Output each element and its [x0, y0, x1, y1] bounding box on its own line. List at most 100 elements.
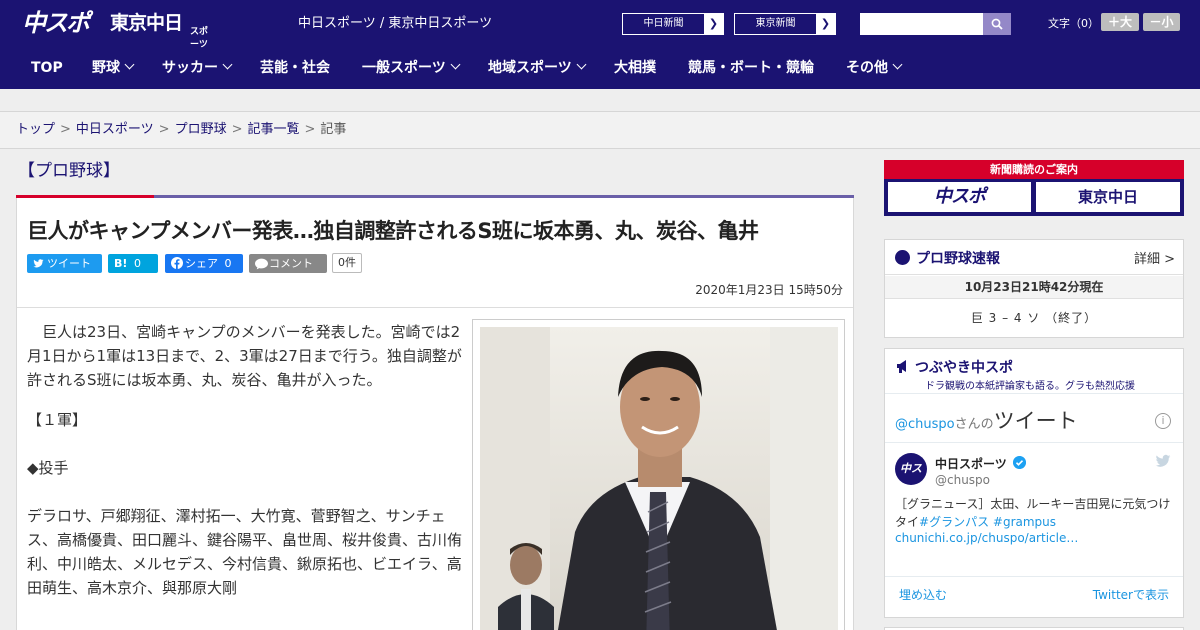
nav-item-label: 芸能・社会 [260, 60, 330, 76]
comment-button[interactable]: コメント [249, 254, 327, 273]
nav-item-keiba[interactable]: 競馬・ボート・競輪 [688, 48, 814, 89]
breadcrumb-separator: > [231, 122, 243, 137]
chunichi-shimbun-label: 中日新聞 [623, 14, 704, 34]
logo-tokyo-chunichi: 東京中日 [110, 12, 183, 34]
view-on-twitter-link[interactable]: Twitterで表示 [1093, 586, 1169, 603]
tweet-author-handle[interactable]: @chuspo [935, 473, 990, 487]
tokyo-shimbun-button[interactable]: 東京新聞 ❯ [734, 13, 836, 35]
article-date: 2020年1月23日 15時50分 [695, 283, 843, 297]
scores-header: プロ野球速報 詳細 > [885, 240, 1183, 275]
article-paragraph [27, 448, 462, 456]
nav-item-entertainment[interactable]: 芸能・社会 [260, 48, 330, 89]
hashtag-link[interactable]: #グランパス [919, 515, 989, 529]
twitter-bird-icon[interactable] [1155, 454, 1171, 468]
info-icon[interactable]: i [1155, 413, 1171, 429]
search-input[interactable] [860, 13, 983, 35]
breadcrumb-separator: > [60, 122, 71, 137]
breadcrumb-top[interactable]: トップ [16, 122, 55, 137]
baseball-icon [895, 250, 910, 265]
chuspo-subscribe-logo[interactable]: 中スポ [888, 182, 1031, 212]
twitter-icon [33, 254, 44, 275]
scores-detail-link[interactable]: 詳細 > [1134, 248, 1175, 267]
timeline-handle-link[interactable]: @chuspo [895, 417, 955, 432]
tweet-author-name[interactable]: 中日スポーツ [935, 455, 1007, 472]
chevron-right-icon: ❯ [704, 14, 723, 34]
facebook-icon [171, 254, 183, 275]
chunichi-shimbun-button[interactable]: 中日新聞 ❯ [622, 13, 724, 35]
article-paragraph: デラロサ、戸郷翔征、澤村拓一、大竹寛、菅野智之、サンチェス、高橋優貴、田口麗斗、… [27, 507, 463, 597]
breadcrumb-current: 記事 [320, 122, 347, 137]
divider [885, 393, 1183, 394]
tokyo-chunichi-subscribe-logo[interactable]: 東京中日 [1036, 182, 1180, 212]
subscription-banner-title: 新聞購読のご案内 [884, 160, 1184, 179]
scores-title: プロ野球速報 [916, 251, 1000, 267]
baseball-scores-widget: プロ野球速報 詳細 > 10月23日21時42分現在 巨 3 – 4 ソ （終了… [884, 239, 1184, 338]
tweet-link[interactable]: chunichi.co.jp/chuspo/article… [895, 531, 1078, 545]
breadcrumb-chuspo[interactable]: 中日スポーツ [76, 122, 154, 137]
facebook-label: シェア [185, 257, 218, 270]
facebook-share-button[interactable]: シェア 0 [165, 254, 243, 273]
nav-item-general-sports[interactable]: 一般スポーツ [362, 48, 461, 89]
timeline-header-suffix: さんの [954, 417, 994, 432]
breadcrumb-separator: > [158, 122, 170, 137]
subscription-banner[interactable]: 新聞購読のご案内 中スポ 東京中日 [884, 160, 1184, 216]
chevron-right-icon: ❯ [816, 14, 835, 34]
nav-item-local-sports[interactable]: 地域スポーツ [488, 48, 587, 89]
twitter-widget-subtitle: ドラ観戦の本紙評論家も語る。グラも熱烈応援 [925, 381, 1135, 392]
hatena-bookmark-button[interactable]: B! 0 [108, 254, 158, 273]
score-line[interactable]: 巨 3 – 4 ソ （終了） [885, 309, 1183, 326]
nav-item-sumo[interactable]: 大相撲 [614, 48, 656, 89]
chevron-down-icon [576, 59, 587, 70]
nav-item-label: 野球 [92, 60, 120, 76]
font-bigger-button[interactable]: ＋大 [1101, 13, 1139, 31]
avatar[interactable]: 中スポ [895, 453, 927, 507]
nav-item-soccer[interactable]: サッカー [162, 48, 233, 89]
divider [885, 442, 1183, 443]
nav-item-baseball[interactable]: 野球 [92, 48, 135, 89]
tokyo-shimbun-label: 東京新聞 [735, 14, 816, 34]
hatena-count: 0 [134, 257, 141, 270]
tweet-text: ［グラニュース］太田、ルーキー吉田晃に元気つけタイ#グランパス #grampus [895, 495, 1175, 531]
nav-item-label: その他 [846, 60, 888, 76]
hashtag-link[interactable]: #grampus [993, 515, 1056, 529]
category-title: 【プロ野球】 [18, 161, 120, 181]
nav-item-label: サッカー [162, 60, 218, 76]
nav-item-other[interactable]: その他 [846, 48, 903, 89]
article-photo-frame [472, 319, 845, 630]
embed-link[interactable]: 埋め込む [899, 586, 947, 603]
nav-item-label: TOP [31, 60, 63, 76]
nav-item-label: 競馬・ボート・競輪 [688, 60, 814, 76]
search-icon [991, 18, 1003, 30]
article-body: 巨人がキャンプメンバー発表…独自調整許されるS班に坂本勇、丸、炭谷、亀井 ツイー… [16, 198, 854, 630]
site-logo[interactable]: 中スポ 東京中日 スポーツ [22, 8, 212, 50]
font-size-label: 文字（0） [1048, 17, 1099, 30]
divider [17, 307, 853, 308]
article-paragraph: 【１軍】 [27, 411, 88, 429]
logo-chuspo: 中スポ [22, 9, 90, 37]
comment-count: 0件 [332, 253, 362, 273]
megaphone-icon [897, 360, 906, 373]
tweet-label: ツイート [47, 257, 91, 270]
site-links[interactable]: 中日スポーツ / 東京中日スポーツ [298, 15, 492, 33]
nav-item-label: 地域スポーツ [488, 60, 572, 76]
breadcrumb: トップ > 中日スポーツ > プロ野球 > 記事一覧 > 記事 [16, 121, 346, 139]
chevron-down-icon [222, 59, 233, 70]
article-photo[interactable] [480, 327, 838, 630]
search-button[interactable] [983, 13, 1011, 35]
hatena-icon: B! [114, 257, 128, 270]
logo-tokyo-sub: スポーツ [190, 27, 209, 50]
breadcrumb-article-list[interactable]: 記事一覧 [248, 122, 300, 137]
breadcrumb-pro-baseball[interactable]: プロ野球 [175, 122, 227, 137]
twitter-widget: つぶやき中スポ ドラ観戦の本紙評論家も語る。グラも熱烈応援 @chuspoさんの… [884, 348, 1184, 618]
tweet-button[interactable]: ツイート [27, 254, 102, 273]
chevron-down-icon [892, 59, 903, 70]
article-paragraph: ◆投手 [27, 459, 69, 477]
nav-item-label: 一般スポーツ [362, 60, 446, 76]
timeline-header-label: ツイート [993, 409, 1078, 433]
font-smaller-button[interactable]: －小 [1143, 13, 1180, 31]
verified-badge-icon [1013, 456, 1026, 469]
nav-item-top[interactable]: TOP [31, 48, 63, 89]
scores-timestamp: 10月23日21時42分現在 [885, 276, 1183, 299]
divider [885, 576, 1183, 577]
chevron-down-icon [450, 59, 461, 70]
